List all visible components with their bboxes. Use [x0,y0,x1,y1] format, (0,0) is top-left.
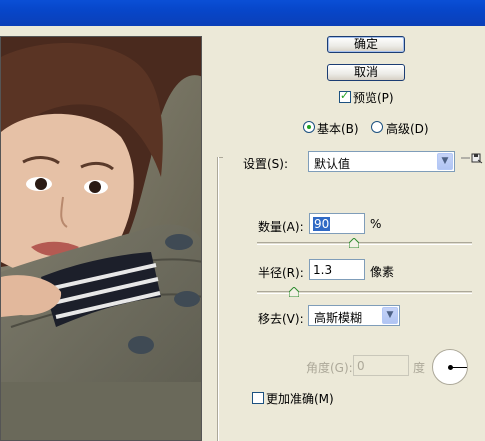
advanced-mode-radio[interactable] [371,121,383,133]
radius-label: 半径(R): [258,266,304,280]
amount-label: 数量(A): [258,220,304,234]
preview-image[interactable] [0,36,202,441]
angle-label: 角度(G): [306,361,353,375]
radius-unit: 像素 [370,265,395,279]
amount-input[interactable]: 90 [309,213,365,234]
angle-dial-hub [448,365,453,370]
radius-slider-thumb[interactable] [288,287,299,297]
preview-label[interactable]: 预览(P) [353,89,394,106]
basic-mode-radio[interactable] [303,121,315,133]
window-title-bar [0,0,485,26]
chevron-down-icon[interactable]: ▼ [437,153,453,170]
settings-value: 默认值 [314,157,351,171]
angle-dial[interactable] [432,349,468,385]
radius-value: 1.3 [313,263,333,277]
cancel-button[interactable]: 取消 [327,64,405,81]
more-accurate-checkbox[interactable] [252,392,264,404]
more-accurate-label[interactable]: 更加准确(M) [266,390,334,407]
remove-label: 移去(V): [258,312,304,326]
save-settings-icon[interactable] [461,151,483,165]
remove-select[interactable]: 高斯模糊 ▼ [308,305,400,326]
chevron-down-icon[interactable]: ▼ [382,307,398,324]
angle-value: 0 [357,359,365,373]
advanced-mode-label[interactable]: 高级(D) [386,120,429,137]
angle-unit: 度 [413,361,426,375]
portrait-photo [1,37,201,440]
amount-unit: % [370,217,382,231]
remove-value: 高斯模糊 [314,311,363,325]
amount-value: 90 [313,217,331,231]
group-border [217,157,218,441]
preview-checkbox[interactable] [339,89,351,103]
ok-button[interactable]: 确定 [327,36,405,53]
amount-slider-track[interactable] [257,242,472,245]
amount-slider-thumb[interactable] [348,238,359,248]
radius-input[interactable]: 1.3 [309,259,365,280]
angle-input[interactable]: 0 [353,355,409,376]
settings-select[interactable]: 默认值 ▼ [308,151,455,172]
settings-label: 设置(S): [243,157,289,171]
basic-mode-label[interactable]: 基本(B) [317,120,359,137]
